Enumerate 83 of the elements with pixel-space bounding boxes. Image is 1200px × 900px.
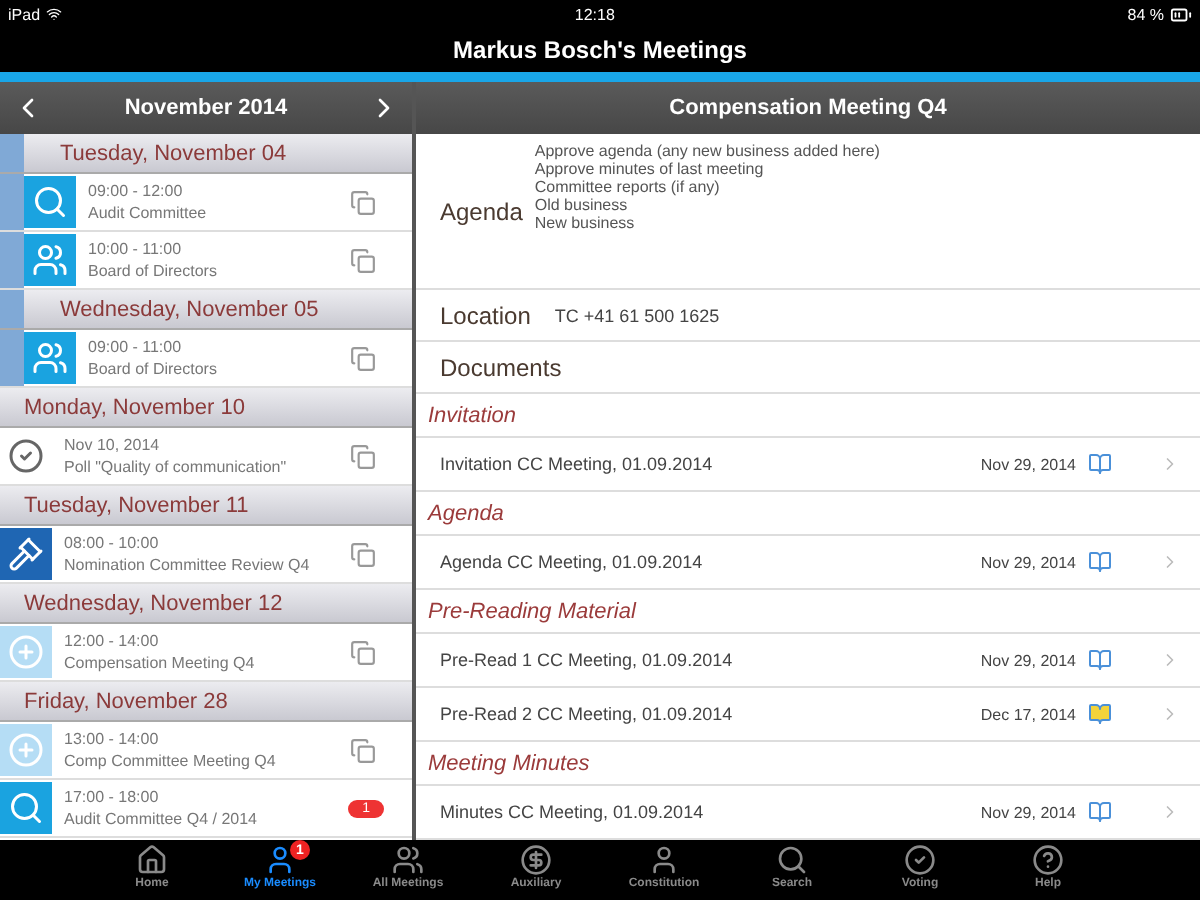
meeting-heading: Compensation Meeting Q4	[669, 96, 947, 120]
copy-icon	[350, 737, 376, 763]
day-header: Tuesday, November 11	[0, 486, 412, 526]
meeting-time: 17:00 - 18:00	[64, 788, 161, 806]
meeting-row[interactable]: 12:00 - 14:00 Compensation Meeting Q4	[0, 624, 412, 682]
people-icon	[24, 332, 76, 384]
meeting-title: Poll "Quality of communication"	[64, 458, 289, 476]
copy-icon	[350, 541, 376, 567]
agenda-label: Agenda	[440, 197, 523, 225]
meeting-time: Nov 10, 2014	[64, 436, 162, 454]
wifi-icon	[46, 6, 63, 22]
copy-icon	[350, 443, 376, 469]
meeting-row[interactable]: 13:00 - 14:00 Comp Committee Meeting Q4	[0, 722, 412, 780]
document-title: Agenda CC Meeting, 01.09.2014	[440, 552, 705, 572]
month-title: November 2014	[124, 96, 288, 120]
magnifier-icon	[0, 782, 52, 834]
meeting-time: 10:00 - 11:00	[88, 240, 184, 258]
person-icon	[264, 844, 296, 876]
meeting-time: 09:00 - 11:00	[88, 338, 184, 356]
documents-label: Documents	[440, 353, 562, 381]
document-row[interactable]: Pre-Read 2 CC Meeting, 01.09.2014 Dec 17, 2014	[416, 688, 1200, 742]
meeting-title: Audit Committee	[88, 204, 209, 222]
meeting-title: Board of Directors	[88, 262, 219, 280]
meeting-time: 12:00 - 14:00	[64, 632, 161, 650]
category-heading: Invitation	[416, 394, 1200, 438]
battery-percent: 84 %	[1127, 5, 1164, 23]
meeting-title: Comp Committee Meeting Q4	[64, 752, 278, 770]
document-date: Nov 29, 2014	[980, 553, 1076, 571]
gavel-icon	[0, 528, 52, 580]
document-title: Invitation CC Meeting, 01.09.2014	[440, 454, 715, 474]
agenda-item: Old business	[534, 196, 630, 214]
meeting-row[interactable]: 09:00 - 11:00 Board of Directors	[0, 330, 412, 388]
document-row[interactable]: Pre-Read 1 CC Meeting, 01.09.2014 Nov 29, 2014	[416, 634, 1200, 688]
document-row[interactable]: Agenda CC Meeting, 01.09.2014 Nov 29, 2014	[416, 536, 1200, 590]
category-heading: Meeting Minutes	[416, 742, 1200, 786]
document-date: Nov 29, 2014	[980, 803, 1076, 821]
agenda-item: Committee reports (if any)	[534, 178, 722, 196]
day-header: Wednesday, November 05	[0, 290, 412, 330]
meeting-title: Board of Directors	[88, 360, 219, 378]
magnifier-icon	[24, 176, 76, 228]
app-title: Markus Bosch's Meetings	[0, 28, 1200, 72]
document-date: Dec 17, 2014	[980, 705, 1076, 723]
device-name: iPad	[8, 5, 41, 23]
check-circle-icon	[904, 844, 936, 876]
meeting-row[interactable]: 08:00 - 10:00 Nomination Committee Review Q4	[0, 526, 412, 584]
document-title: Pre-Read 2 CC Meeting, 01.09.2014	[440, 704, 735, 724]
copy-icon	[350, 345, 376, 371]
help-icon	[1032, 844, 1064, 876]
clock-time: 12:18	[574, 5, 615, 23]
location-label: Location	[440, 301, 531, 329]
agenda-item: New business	[534, 214, 637, 232]
copy-icon	[350, 189, 376, 215]
meeting-row[interactable]: 10:00 - 11:00 Board of Directors	[0, 232, 412, 290]
person-icon	[648, 844, 680, 876]
document-title: Minutes CC Meeting, 01.09.2014	[440, 802, 706, 822]
category-heading: Agenda	[416, 492, 1200, 536]
coin-icon	[520, 844, 552, 876]
meeting-time: 08:00 - 10:00	[64, 534, 161, 552]
meeting-time: 09:00 - 12:00	[88, 182, 185, 200]
copy-icon	[350, 639, 376, 665]
document-date: Nov 29, 2014	[980, 651, 1076, 669]
people-icon	[392, 844, 424, 876]
location-value: TC +41 61 500 1625	[554, 305, 720, 325]
home-icon	[136, 844, 168, 876]
meeting-time: 13:00 - 14:00	[64, 730, 161, 748]
copy-icon	[350, 247, 376, 273]
day-header: Wednesday, November 12	[0, 584, 412, 624]
meeting-title: Compensation Meeting Q4	[64, 654, 257, 672]
meeting-title: Nomination Committee Review Q4	[64, 556, 312, 574]
meeting-row[interactable]: 09:00 - 12:00 Audit Committee	[0, 174, 412, 232]
meeting-title: Audit Committee Q4 / 2014	[64, 810, 259, 828]
battery-icon	[1170, 3, 1192, 25]
agenda-item: Approve minutes of last meeting	[534, 160, 766, 178]
document-title: Pre-Read 1 CC Meeting, 01.09.2014	[440, 650, 735, 670]
category-heading: Pre-Reading Material	[416, 590, 1200, 634]
document-row[interactable]: Invitation CC Meeting, 01.09.2014 Nov 29, 2014	[416, 438, 1200, 492]
day-header: Monday, November 10	[0, 388, 412, 428]
day-header: Tuesday, November 04	[0, 134, 412, 174]
day-header: Friday, November 28	[0, 682, 412, 722]
document-date: Nov 29, 2014	[980, 455, 1076, 473]
search-icon	[776, 844, 808, 876]
agenda-item: Approve agenda (any new business added here)	[534, 142, 880, 160]
people-icon	[24, 234, 76, 286]
